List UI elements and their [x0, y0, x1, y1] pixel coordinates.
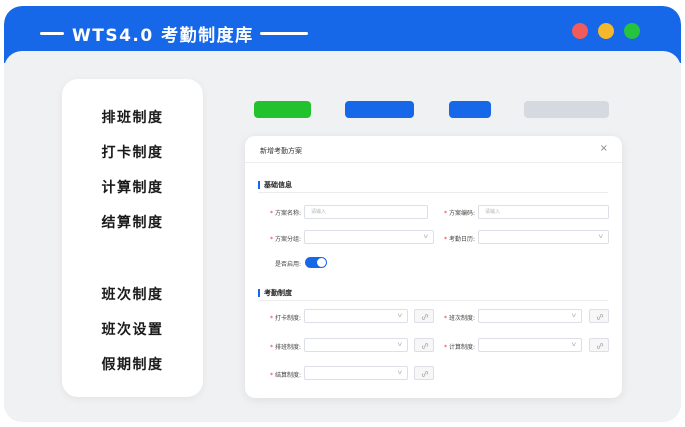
window-close-button[interactable]: [572, 23, 588, 39]
schedule-rules-label: * 排班制度:: [270, 344, 301, 351]
punch-rules-select[interactable]: v: [304, 309, 408, 323]
sidebar-item-calc-rules[interactable]: 计算制度: [62, 177, 203, 197]
enabled-label: 是否启用:: [274, 261, 301, 268]
sidebar-item-shift-rules[interactable]: 班次制度: [62, 284, 203, 304]
calendar-label: * 考勤日历:: [444, 236, 475, 243]
sidebar-item-holiday-rules[interactable]: 假期制度: [62, 354, 203, 374]
calc-rules-link-button[interactable]: [589, 338, 609, 352]
plan-code-input[interactable]: 请输入: [478, 205, 609, 219]
settle-rules-label: * 结算制度:: [270, 372, 301, 379]
toolbar-button-green[interactable]: [254, 101, 311, 118]
settle-rules-link-button[interactable]: [414, 366, 434, 380]
dialog-divider: [245, 162, 622, 163]
link-icon: [421, 371, 429, 377]
app-title: WTS4.0 考勤制度库: [72, 26, 254, 46]
toolbar-button-blue-1[interactable]: [345, 101, 414, 118]
dialog-title: 新增考勤方案: [260, 147, 302, 155]
app-window: WTS4.0 考勤制度库 排班制度 打卡制度 计算制度 结算制度 班次制度 班次…: [4, 6, 681, 422]
calc-rules-select[interactable]: v: [478, 338, 582, 352]
window-minimize-button[interactable]: [598, 23, 614, 39]
calc-rules-label: * 计算制度:: [444, 344, 475, 351]
calendar-select[interactable]: v: [478, 230, 609, 244]
settle-rules-select[interactable]: v: [304, 366, 408, 380]
shift-rules-link-button[interactable]: [589, 309, 609, 323]
sidebar-item-punch-rules[interactable]: 打卡制度: [62, 142, 203, 162]
schedule-rules-link-button[interactable]: [414, 338, 434, 352]
enabled-toggle[interactable]: [305, 257, 327, 268]
chevron-down-icon: v: [397, 369, 403, 376]
section-divider: [258, 300, 608, 301]
chevron-down-icon: v: [397, 312, 403, 319]
section-basic-info: 基础信息: [258, 181, 292, 189]
plan-code-label: * 方案编码:: [444, 210, 475, 217]
link-icon: [596, 314, 604, 320]
section-attendance-rules: 考勤制度: [258, 289, 292, 297]
sidebar-item-schedule-rules[interactable]: 排班制度: [62, 107, 203, 127]
toolbar-button-blue-2[interactable]: [449, 101, 491, 118]
link-icon: [421, 314, 429, 320]
plan-name-input[interactable]: 请输入: [304, 205, 428, 219]
punch-rules-link-button[interactable]: [414, 309, 434, 323]
toolbar-button-gray[interactable]: [524, 101, 609, 118]
section-divider: [258, 192, 608, 193]
link-icon: [421, 343, 429, 349]
chevron-down-icon: v: [423, 233, 429, 240]
plan-name-label: * 方案名称:: [270, 210, 301, 217]
schedule-rules-select[interactable]: v: [304, 338, 408, 352]
sidebar: 排班制度 打卡制度 计算制度 结算制度 班次制度 班次设置 假期制度: [62, 79, 203, 397]
shift-rules-select[interactable]: v: [478, 309, 582, 323]
punch-rules-label: * 打卡制度:: [270, 315, 301, 322]
new-attendance-plan-dialog: 新增考勤方案 × 基础信息 * 方案名称: 请输入 * 方案编码: 请输入 * …: [245, 136, 622, 398]
plan-group-select[interactable]: v: [304, 230, 434, 244]
window-maximize-button[interactable]: [624, 23, 640, 39]
chevron-down-icon: v: [571, 341, 577, 348]
chevron-down-icon: v: [598, 233, 604, 240]
title-decoration-right: [260, 32, 308, 35]
sidebar-item-shift-settings[interactable]: 班次设置: [62, 319, 203, 339]
link-icon: [596, 343, 604, 349]
title-decoration-left: [40, 32, 64, 35]
shift-rules-label: * 班次制度:: [444, 315, 475, 322]
close-icon[interactable]: ×: [600, 143, 608, 154]
plan-group-label: * 方案分组:: [270, 236, 301, 243]
toggle-knob: [317, 258, 326, 267]
chevron-down-icon: v: [571, 312, 577, 319]
chevron-down-icon: v: [397, 341, 403, 348]
sidebar-item-settle-rules[interactable]: 结算制度: [62, 212, 203, 232]
